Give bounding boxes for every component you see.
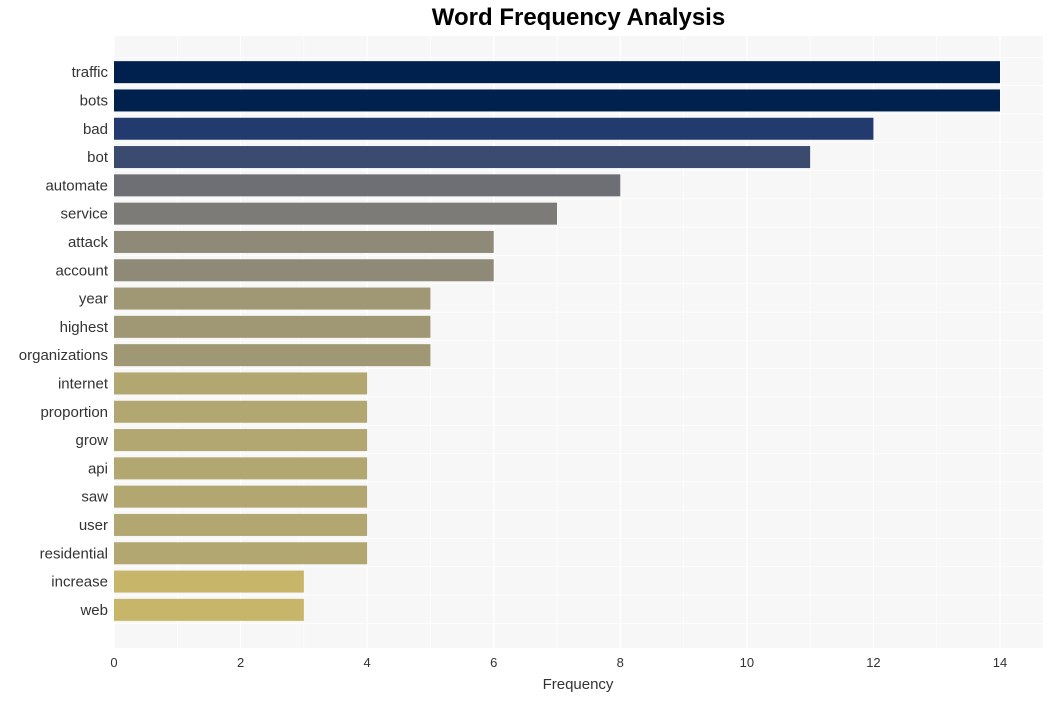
y-tick-label: automate <box>45 177 108 194</box>
bar-proportion <box>114 400 368 423</box>
x-tick-label: 6 <box>490 655 497 670</box>
bar-web <box>114 598 304 621</box>
x-tick-label: 8 <box>617 655 624 670</box>
bar-api <box>114 457 368 480</box>
y-tick-label: web <box>79 602 108 619</box>
bar-increase <box>114 570 304 593</box>
y-tick-label: attack <box>68 234 109 251</box>
y-tick-label: user <box>79 517 108 534</box>
x-axis-ticks: 0 2 4 6 8 10 12 14 <box>110 655 1007 670</box>
y-tick-label: bots <box>80 92 108 109</box>
bar-account <box>114 259 494 282</box>
bar-highest <box>114 315 431 338</box>
bar-traffic <box>114 61 1000 84</box>
x-tick-label: 14 <box>993 655 1007 670</box>
x-tick-label: 10 <box>740 655 754 670</box>
bar-saw <box>114 485 368 508</box>
y-tick-label: bad <box>83 121 108 138</box>
bar-automate <box>114 174 621 197</box>
y-tick-label: increase <box>51 574 108 591</box>
y-axis-labels: traffic bots bad bot automate service attack ac… <box>19 64 109 619</box>
bar-year <box>114 287 431 310</box>
bar-bot <box>114 146 811 169</box>
y-tick-label: service <box>60 206 108 223</box>
y-tick-label: year <box>79 291 108 308</box>
bar-internet <box>114 372 368 395</box>
bar-residential <box>114 542 368 565</box>
bar-bots <box>114 89 1000 112</box>
y-tick-label: internet <box>58 375 109 392</box>
bar-service <box>114 202 557 225</box>
x-tick-label: 2 <box>237 655 244 670</box>
x-tick-label: 12 <box>866 655 880 670</box>
y-tick-label: highest <box>60 319 109 336</box>
y-tick-label: organizations <box>19 347 108 364</box>
bar-attack <box>114 230 494 253</box>
x-axis-label: Frequency <box>543 676 614 693</box>
bar-user <box>114 513 368 536</box>
y-tick-label: proportion <box>40 404 108 421</box>
y-tick-label: account <box>55 262 108 279</box>
bar-grow <box>114 429 368 452</box>
y-tick-label: bot <box>87 149 109 166</box>
x-tick-label: 4 <box>364 655 371 670</box>
y-tick-label: saw <box>81 489 108 506</box>
bar-organizations <box>114 344 431 367</box>
bar-chart: traffic bots bad bot automate service attack ac… <box>19 36 1043 693</box>
y-tick-label: traffic <box>72 64 109 81</box>
x-tick-label: 0 <box>110 655 117 670</box>
bar-bad <box>114 117 874 140</box>
y-tick-label: grow <box>75 432 108 449</box>
y-tick-label: api <box>88 460 108 477</box>
y-tick-label: residential <box>40 545 108 562</box>
